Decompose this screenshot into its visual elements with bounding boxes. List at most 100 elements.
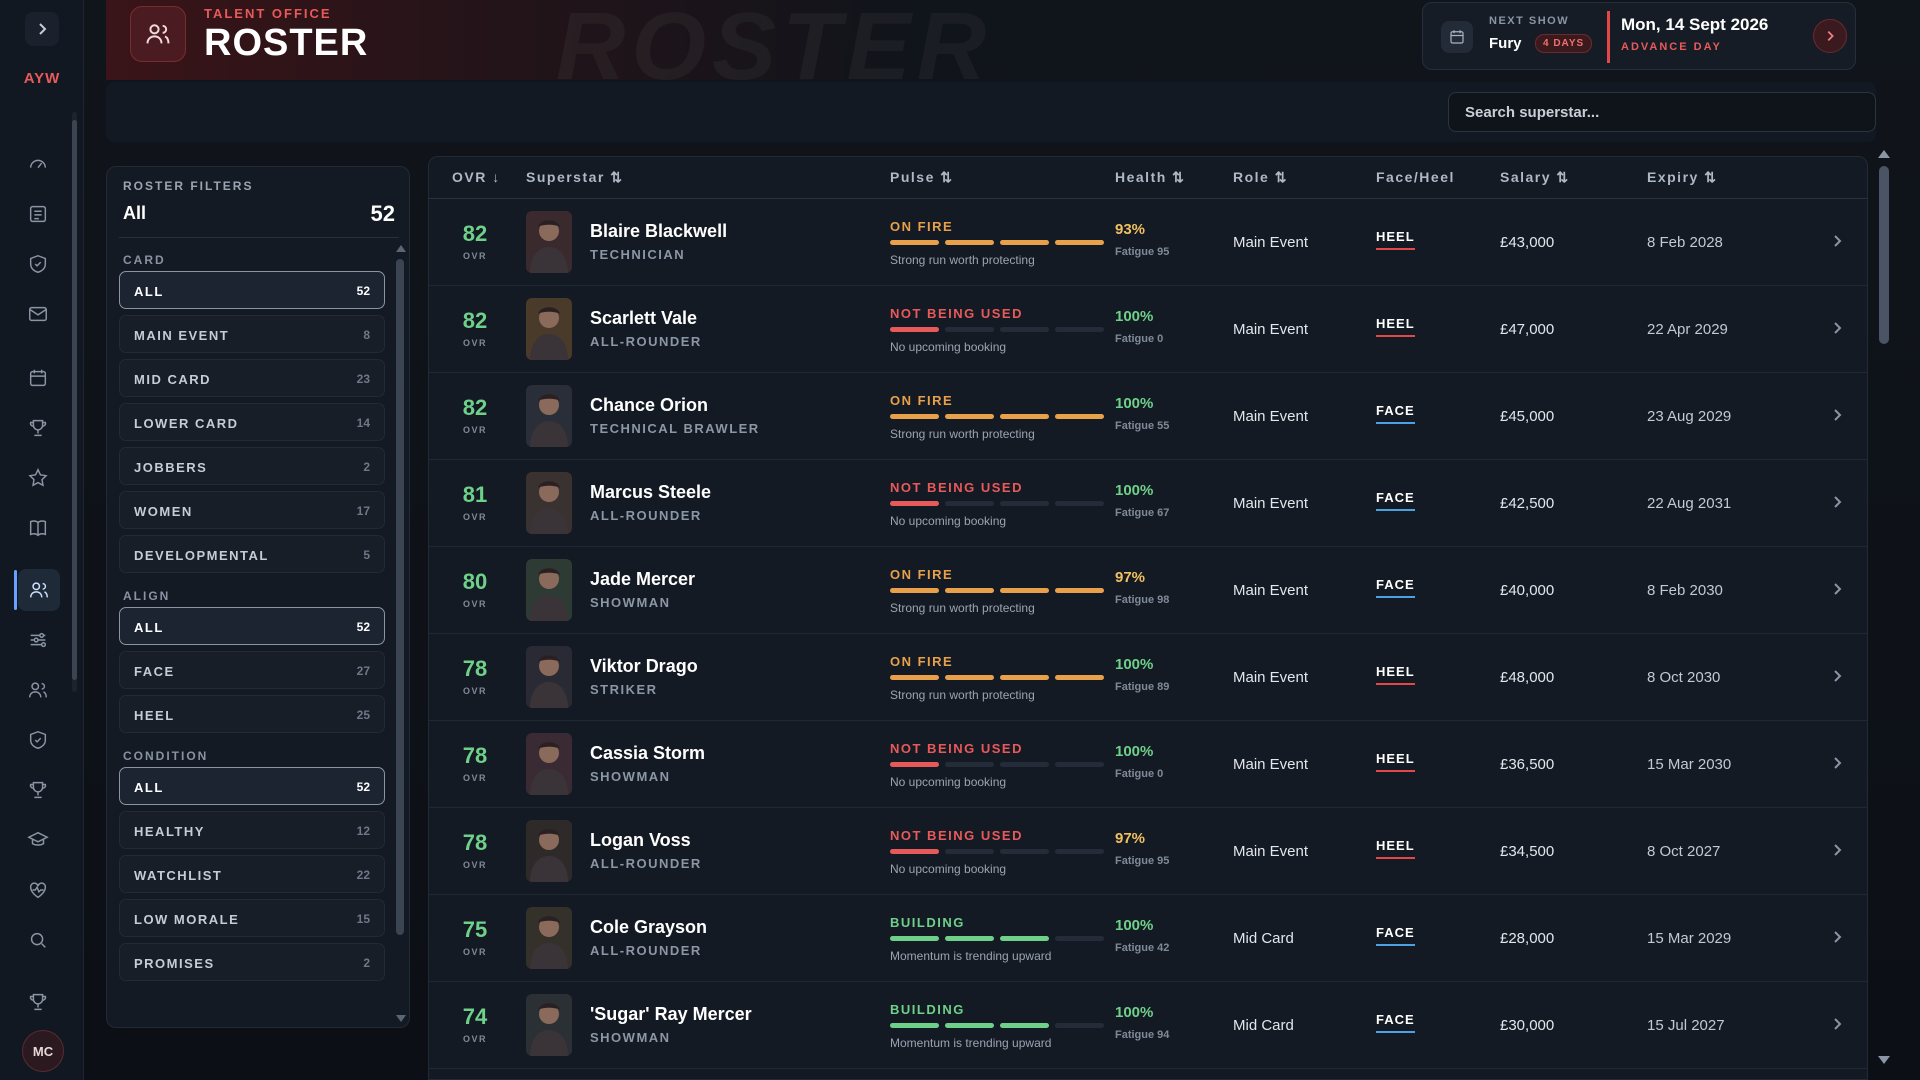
table-row[interactable]: 78 OVR Viktor Drago STRIKER ON FIRE Strong ru… [429,634,1867,721]
superstar-name[interactable]: 'Sugar' Ray Mercer [590,1004,752,1025]
filter-option[interactable]: ALL 52 [119,607,385,645]
col-role[interactable]: Role ⇅ [1233,169,1288,186]
table-row[interactable]: 74 OVR 'Sugar' Ray Mercer SHOWMAN BUILDING Mo… [429,982,1867,1069]
pulse-note: Strong run worth protecting [890,688,1035,702]
nav-security[interactable] [22,724,54,756]
filter-option[interactable]: HEEL 25 [119,695,385,733]
scroll-up-arrow[interactable] [396,245,406,252]
col-expiry[interactable]: Expiry ⇅ [1647,169,1717,186]
col-superstar[interactable]: Superstar ⇅ [526,169,623,186]
table-row[interactable]: 78 OVR Logan Voss ALL-ROUNDER NOT BEING USED… [429,808,1867,895]
filter-option-label: DEVELOPMENTAL [134,548,269,563]
col-ovr[interactable]: OVR ↓ [452,169,501,185]
pulse-segment [1055,501,1104,506]
table-row[interactable]: 82 OVR Scarlett Vale ALL-ROUNDER NOT BEING U… [429,286,1867,373]
advance-day-label[interactable]: ADVANCE DAY [1621,41,1722,53]
nav-awards[interactable] [22,986,54,1018]
pulse-segment [945,327,994,332]
nav-news[interactable] [22,198,54,230]
filter-option[interactable]: ALL 52 [119,767,385,805]
pulse-status: NOT BEING USED [890,306,1023,321]
superstar-name[interactable]: Logan Voss [590,830,691,851]
superstar-portrait [526,472,572,534]
nav-medical[interactable] [22,874,54,906]
filters-scrollbar-thumb[interactable] [396,259,404,935]
nav-calendar[interactable] [22,362,54,394]
filter-option[interactable]: ALL 52 [119,271,385,309]
shield-check-icon [29,730,47,750]
graduation-cap-icon [27,831,49,846]
nav-guide[interactable] [22,512,54,544]
nav-shield[interactable] [22,248,54,280]
nav-settings-sliders[interactable] [22,624,54,656]
gauge-icon [29,159,47,169]
contract-expiry: 8 Feb 2028 [1647,234,1723,251]
open-row-button[interactable] [1829,494,1845,510]
user-avatar[interactable]: MC [22,1030,64,1072]
table-row[interactable]: 82 OVR Chance Orion TECHNICAL BRAWLER ON FIR… [429,373,1867,460]
superstar-name[interactable]: Cole Grayson [590,917,707,938]
filter-option[interactable]: FACE 27 [119,651,385,689]
filter-option-label: MID CARD [134,372,211,387]
filter-option[interactable]: WOMEN 17 [119,491,385,529]
table-row[interactable]: 82 OVR Blaire Blackwell TECHNICIAN ON FIRE St… [429,199,1867,286]
nav-favorites[interactable] [22,462,54,494]
filter-option-count: 23 [356,372,370,386]
open-row-button[interactable] [1829,842,1845,858]
table-row[interactable]: 81 OVR Marcus Steele ALL-ROUNDER NOT BEING U… [429,460,1867,547]
col-pulse[interactable]: Pulse ⇅ [890,169,953,186]
table-scroll-up-arrow[interactable] [1878,150,1890,158]
table-row[interactable]: 78 OVR Cassia Storm SHOWMAN NOT BEING USED No… [429,721,1867,808]
superstar-name[interactable]: Blaire Blackwell [590,221,727,242]
open-row-button[interactable] [1829,581,1845,597]
open-row-button[interactable] [1829,233,1845,249]
superstar-style: SHOWMAN [590,1030,671,1045]
rail-scrollbar-thumb[interactable] [72,120,77,680]
advance-day-button[interactable] [1813,19,1847,53]
open-row-button[interactable] [1829,1016,1845,1032]
superstar-name[interactable]: Cassia Storm [590,743,705,764]
table-scroll-down-arrow[interactable] [1878,1056,1890,1064]
filter-option[interactable]: MAIN EVENT 8 [119,315,385,353]
table-row[interactable]: 75 OVR Cole Grayson ALL-ROUNDER BUILDING Mome… [429,895,1867,982]
superstar-name[interactable]: Chance Orion [590,395,708,416]
nav-staff[interactable] [22,674,54,706]
nav-search[interactable] [22,924,54,956]
filter-option[interactable]: LOWER CARD 14 [119,403,385,441]
filter-option[interactable]: LOW MORALE 15 [119,899,385,937]
pulse-segment [1055,588,1104,593]
pulse-segment [1055,327,1104,332]
search-input[interactable] [1448,92,1876,132]
nav-inbox[interactable] [22,298,54,330]
open-row-button[interactable] [1829,320,1845,336]
table-row[interactable]: 80 OVR Jade Mercer SHOWMAN ON FIRE Strong run… [429,547,1867,634]
superstar-name[interactable]: Marcus Steele [590,482,711,503]
users-icon [30,582,48,598]
scroll-down-arrow[interactable] [396,1015,406,1022]
open-row-button[interactable] [1829,929,1845,945]
calendar-button[interactable] [1441,21,1473,53]
open-row-button[interactable] [1829,668,1845,684]
nav-dashboard[interactable] [22,148,54,180]
filter-option[interactable]: HEALTHY 12 [119,811,385,849]
col-salary[interactable]: Salary ⇅ [1500,169,1570,186]
col-health[interactable]: Health ⇅ [1115,169,1185,186]
filter-option[interactable]: JOBBERS 2 [119,447,385,485]
alignment-badge: HEEL [1376,316,1415,337]
nav-roster[interactable] [18,569,60,611]
superstar-name[interactable]: Viktor Drago [590,656,698,677]
alignment-badge: HEEL [1376,751,1415,772]
superstar-name[interactable]: Scarlett Vale [590,308,697,329]
nav-training[interactable] [22,824,54,856]
filter-option[interactable]: DEVELOPMENTAL 5 [119,535,385,573]
table-scrollbar-thumb[interactable] [1879,166,1889,344]
filter-option[interactable]: WATCHLIST 22 [119,855,385,893]
superstar-name[interactable]: Jade Mercer [590,569,695,590]
nav-championships[interactable] [22,774,54,806]
open-row-button[interactable] [1829,755,1845,771]
filter-option[interactable]: MID CARD 23 [119,359,385,397]
open-row-button[interactable] [1829,407,1845,423]
filter-option[interactable]: PROMISES 2 [119,943,385,981]
expand-rail-button[interactable] [25,12,59,46]
nav-titles[interactable] [22,412,54,444]
